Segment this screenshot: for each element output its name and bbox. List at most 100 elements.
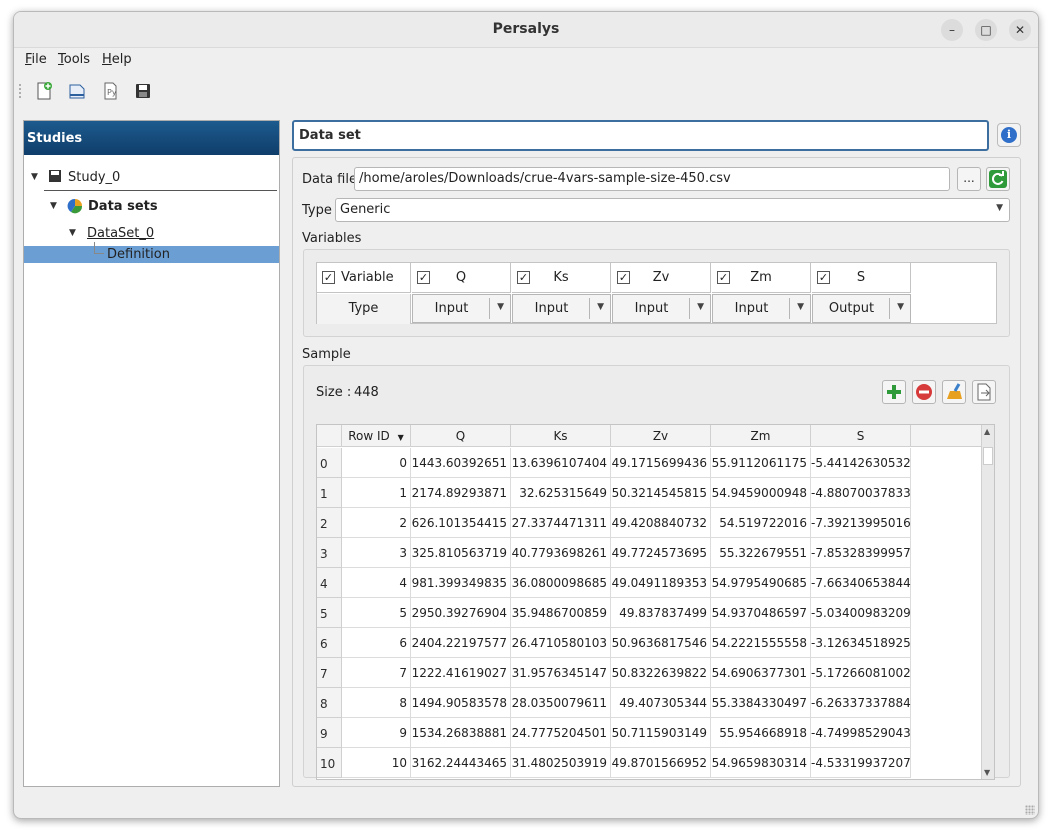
cell-q[interactable]: 2404.22197577 bbox=[411, 628, 511, 658]
cell-ks[interactable]: 40.7793698261 bbox=[511, 538, 611, 568]
clean-button[interactable] bbox=[942, 380, 966, 404]
cell-zv[interactable]: 49.407305344 bbox=[611, 688, 711, 718]
type-select[interactable]: Generic ▼ bbox=[335, 198, 1010, 222]
cell-rowid[interactable]: 2 bbox=[342, 508, 411, 538]
cell-s[interactable]: -6.26337337884 bbox=[811, 688, 911, 718]
tree-item-study[interactable]: ▼ Study_0 bbox=[24, 168, 279, 191]
column-header-zm[interactable]: Zm bbox=[711, 425, 811, 447]
cell-ks[interactable]: 32.625315649 bbox=[511, 478, 611, 508]
scroll-thumb[interactable] bbox=[983, 447, 993, 465]
cell-ks[interactable]: 13.6396107404 bbox=[511, 448, 611, 478]
variable-type-select-zm[interactable]: Input ▼ bbox=[712, 294, 811, 323]
export-button[interactable] bbox=[972, 380, 996, 404]
cell-zv[interactable]: 49.7724573695 bbox=[611, 538, 711, 568]
cell-zv[interactable]: 50.8322639822 bbox=[611, 658, 711, 688]
variable-column-s[interactable]: ✓ S bbox=[812, 263, 911, 293]
cell-zm[interactable]: 54.9459000948 bbox=[711, 478, 811, 508]
cell-s[interactable]: -3.12634518925 bbox=[811, 628, 911, 658]
data-file-input[interactable]: /home/aroles/Downloads/crue-4vars-sample… bbox=[354, 167, 950, 191]
variable-column-zv[interactable]: ✓ Zv bbox=[612, 263, 711, 293]
cell-zv[interactable]: 49.4208840732 bbox=[611, 508, 711, 538]
cell-zv[interactable]: 49.837837499 bbox=[611, 598, 711, 628]
cell-s[interactable]: -7.39213995016 bbox=[811, 508, 911, 538]
variable-type-select-zv[interactable]: Input ▼ bbox=[612, 294, 711, 323]
cell-s[interactable]: -7.85328399957 bbox=[811, 538, 911, 568]
row-header[interactable]: 2 bbox=[317, 508, 342, 538]
row-header[interactable]: 3 bbox=[317, 538, 342, 568]
cell-ks[interactable]: 26.4710580103 bbox=[511, 628, 611, 658]
cell-s[interactable]: -4.74998529043 bbox=[811, 718, 911, 748]
cell-rowid[interactable]: 10 bbox=[342, 748, 411, 778]
vertical-scrollbar[interactable]: ▲ ▼ bbox=[981, 425, 994, 779]
row-header[interactable]: 9 bbox=[317, 718, 342, 748]
cell-q[interactable]: 325.810563719 bbox=[411, 538, 511, 568]
cell-rowid[interactable]: 6 bbox=[342, 628, 411, 658]
cell-ks[interactable]: 31.4802503919 bbox=[511, 748, 611, 778]
maximize-button[interactable]: □ bbox=[975, 19, 997, 41]
save-icon[interactable] bbox=[133, 81, 153, 101]
expand-arrow-icon[interactable]: ▼ bbox=[69, 228, 76, 238]
cell-ks[interactable]: 27.3374471311 bbox=[511, 508, 611, 538]
variable-column-ks[interactable]: ✓ Ks bbox=[512, 263, 611, 293]
row-header[interactable]: 6 bbox=[317, 628, 342, 658]
cell-ks[interactable]: 24.7775204501 bbox=[511, 718, 611, 748]
cell-rowid[interactable]: 1 bbox=[342, 478, 411, 508]
select-all-checkbox[interactable]: ✓ bbox=[322, 271, 335, 284]
cell-s[interactable]: -7.66340653844 bbox=[811, 568, 911, 598]
reload-button[interactable] bbox=[986, 167, 1010, 191]
cell-zv[interactable]: 50.7115903149 bbox=[611, 718, 711, 748]
cell-ks[interactable]: 28.0350079611 bbox=[511, 688, 611, 718]
toolbar-grip[interactable] bbox=[18, 83, 22, 99]
cell-zm[interactable]: 54.2221555558 bbox=[711, 628, 811, 658]
cell-s[interactable]: -5.44142630532 bbox=[811, 448, 911, 478]
cell-rowid[interactable]: 9 bbox=[342, 718, 411, 748]
variable-header-cell[interactable]: ✓ Variable bbox=[317, 263, 411, 293]
remove-row-button[interactable] bbox=[912, 380, 936, 404]
expand-arrow-icon[interactable]: ▼ bbox=[50, 201, 57, 211]
row-header[interactable]: 1 bbox=[317, 478, 342, 508]
tree-item-dataset[interactable]: ▼ DataSet_0 bbox=[24, 224, 279, 244]
variable-type-select-ks[interactable]: Input ▼ bbox=[512, 294, 611, 323]
cell-zm[interactable]: 54.9795490685 bbox=[711, 568, 811, 598]
variable-type-select-q[interactable]: Input ▼ bbox=[412, 294, 511, 323]
cell-q[interactable]: 626.101354415 bbox=[411, 508, 511, 538]
cell-rowid[interactable]: 5 bbox=[342, 598, 411, 628]
menu-file[interactable]: File bbox=[25, 52, 47, 67]
cell-q[interactable]: 2174.89293871 bbox=[411, 478, 511, 508]
cell-q[interactable]: 1443.60392651 bbox=[411, 448, 511, 478]
cell-rowid[interactable]: 8 bbox=[342, 688, 411, 718]
cell-s[interactable]: -4.53319937207 bbox=[811, 748, 911, 778]
cell-q[interactable]: 1494.90583578 bbox=[411, 688, 511, 718]
minimize-button[interactable]: – bbox=[941, 19, 963, 41]
column-header-s[interactable]: S bbox=[811, 425, 911, 447]
menu-tools[interactable]: Tools bbox=[58, 52, 90, 67]
cell-s[interactable]: -5.17266081002 bbox=[811, 658, 911, 688]
import-script-icon[interactable]: Py bbox=[100, 81, 120, 101]
variable-column-q[interactable]: ✓ Q bbox=[412, 263, 511, 293]
column-header-ks[interactable]: Ks bbox=[511, 425, 611, 447]
row-header[interactable]: 4 bbox=[317, 568, 342, 598]
cell-ks[interactable]: 35.9486700859 bbox=[511, 598, 611, 628]
resize-grip[interactable] bbox=[1025, 805, 1035, 815]
column-header-zv[interactable]: Zv bbox=[611, 425, 711, 447]
cell-ks[interactable]: 36.0800098685 bbox=[511, 568, 611, 598]
cell-q[interactable]: 3162.24443465 bbox=[411, 748, 511, 778]
row-header[interactable]: 7 bbox=[317, 658, 342, 688]
cell-rowid[interactable]: 0 bbox=[342, 448, 411, 478]
cell-zv[interactable]: 49.1715699436 bbox=[611, 448, 711, 478]
variable-type-select-s[interactable]: Output ▼ bbox=[812, 294, 911, 323]
open-study-icon[interactable] bbox=[67, 81, 87, 101]
browse-button[interactable]: ... bbox=[957, 167, 981, 191]
cell-zv[interactable]: 50.9636817546 bbox=[611, 628, 711, 658]
row-header[interactable]: 8 bbox=[317, 688, 342, 718]
cell-rowid[interactable]: 7 bbox=[342, 658, 411, 688]
cell-zm[interactable]: 55.3384330497 bbox=[711, 688, 811, 718]
tree-item-datasets[interactable]: ▼ Data sets bbox=[24, 197, 279, 217]
tree-item-definition[interactable]: Definition bbox=[24, 242, 279, 263]
cell-zm[interactable]: 55.322679551 bbox=[711, 538, 811, 568]
add-row-button[interactable] bbox=[882, 380, 906, 404]
variable-column-zm[interactable]: ✓ Zm bbox=[712, 263, 811, 293]
cell-q[interactable]: 2950.39276904 bbox=[411, 598, 511, 628]
cell-q[interactable]: 981.399349835 bbox=[411, 568, 511, 598]
menu-help[interactable]: Help bbox=[102, 52, 132, 67]
